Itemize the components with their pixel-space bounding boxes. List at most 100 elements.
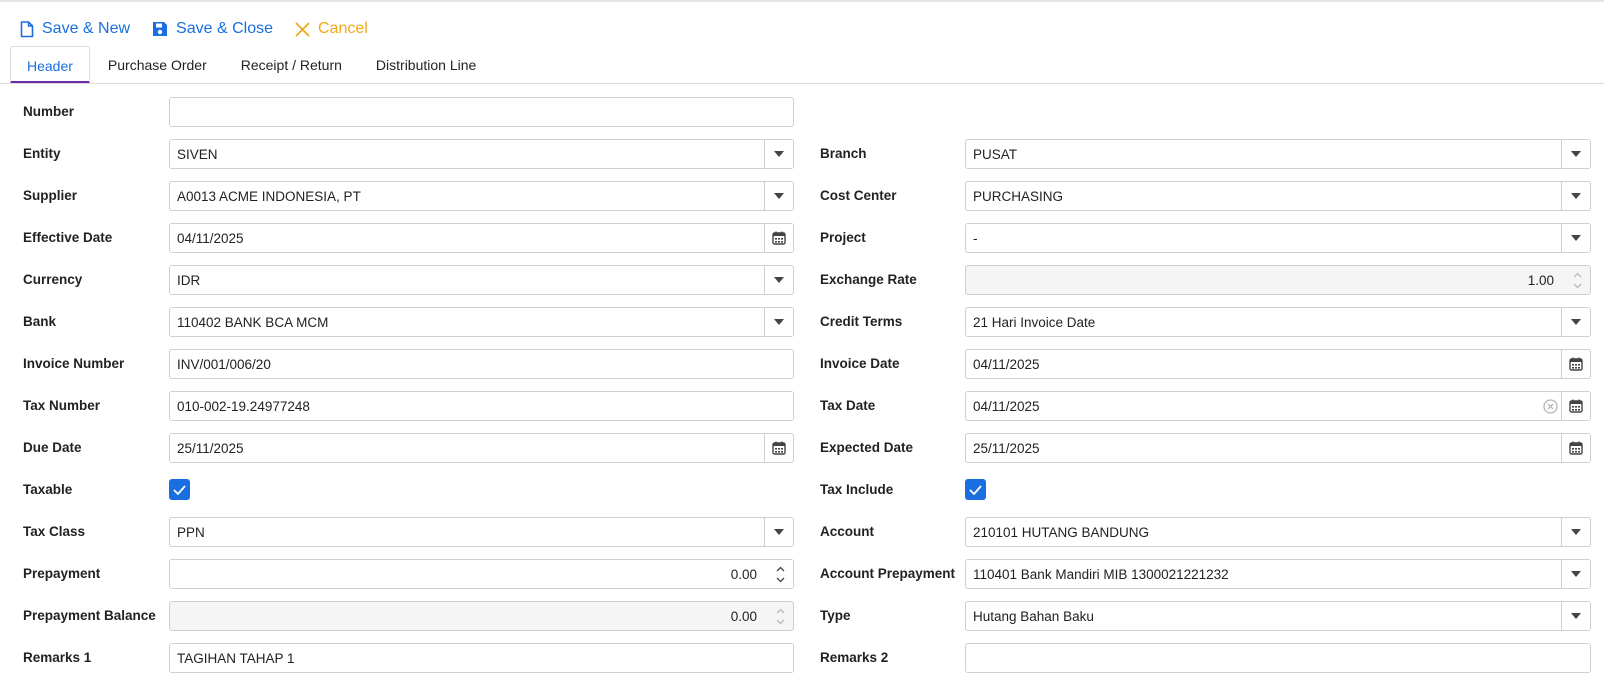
tabs-divider — [0, 83, 1604, 84]
bank-select[interactable]: 110402 BANK BCA MCM — [169, 307, 794, 337]
tax-class-select[interactable]: PPN — [169, 517, 794, 547]
branch-label: Branch — [820, 146, 867, 161]
invoice-number-field[interactable]: INV/001/006/20 — [169, 349, 794, 379]
tax-number-field[interactable]: 010-002-19.24977248 — [169, 391, 794, 421]
tax-number-label: Tax Number — [23, 398, 101, 413]
invoice-date-label: Invoice Date — [820, 356, 900, 371]
tab-purchase-order[interactable]: Purchase Order — [92, 46, 223, 84]
account-prepayment-dropdown-button[interactable] — [1561, 560, 1590, 588]
invoice-date-picker[interactable]: 04/11/2025 — [965, 349, 1591, 379]
remarks1-field[interactable]: TAGIHAN TAHAP 1 — [169, 643, 794, 673]
branch-select[interactable]: PUSAT — [965, 139, 1591, 169]
tax-date-calendar-button[interactable] — [1561, 392, 1590, 420]
bank-dropdown-button[interactable] — [764, 308, 793, 336]
cancel-button[interactable]: Cancel — [295, 20, 368, 38]
account-label: Account — [820, 524, 874, 539]
taxable-checkbox[interactable] — [169, 479, 190, 500]
calendar-icon — [1569, 357, 1583, 371]
account-select[interactable]: 210101 HUTANG BANDUNG — [965, 517, 1591, 547]
exchange-rate-stepper[interactable] — [1564, 266, 1590, 294]
supplier-dropdown-button[interactable] — [764, 182, 793, 210]
tax-date-label: Tax Date — [820, 398, 876, 413]
calendar-icon — [772, 441, 786, 455]
tab-header[interactable]: Header — [10, 46, 90, 84]
tax-date-clear-button[interactable] — [1539, 392, 1561, 420]
branch-dropdown-button[interactable] — [1561, 140, 1590, 168]
due-date-picker[interactable]: 25/11/2025 — [169, 433, 794, 463]
supplier-label: Supplier — [23, 188, 78, 203]
entity-select[interactable]: SIVEN — [169, 139, 794, 169]
remarks2-field[interactable] — [965, 643, 1591, 673]
caret-down-icon — [1571, 151, 1581, 157]
invoice-date-calendar-button[interactable] — [1561, 350, 1590, 378]
tab-distribution-line[interactable]: Distribution Line — [360, 46, 492, 84]
chevron-down-icon — [1573, 283, 1581, 288]
checkmark-icon — [173, 484, 186, 495]
cost-center-select[interactable]: PURCHASING — [965, 181, 1591, 211]
tax-include-checkbox[interactable] — [965, 479, 986, 500]
type-dropdown-button[interactable] — [1561, 602, 1590, 630]
caret-down-icon — [1571, 193, 1581, 199]
calendar-icon — [772, 231, 786, 245]
caret-down-icon — [774, 277, 784, 283]
tab-bar: Header Purchase Order Receipt / Return D… — [10, 46, 494, 84]
caret-down-icon — [774, 319, 784, 325]
entity-dropdown-button[interactable] — [764, 140, 793, 168]
cost-center-dropdown-button[interactable] — [1561, 182, 1590, 210]
credit-terms-label: Credit Terms — [820, 314, 903, 329]
account-dropdown-button[interactable] — [1561, 518, 1590, 546]
due-date-calendar-button[interactable] — [764, 434, 793, 462]
caret-down-icon — [1571, 529, 1581, 535]
project-select[interactable]: - — [965, 223, 1591, 253]
toolbar: Save & New Save & Close Cancel — [20, 17, 390, 41]
chevron-down-icon — [776, 577, 784, 582]
save-new-label: Save & New — [42, 20, 131, 37]
exchange-rate-field[interactable]: 1.00 — [965, 265, 1591, 295]
account-prepayment-label: Account Prepayment — [820, 566, 956, 581]
prepayment-label: Prepayment — [23, 566, 101, 581]
type-select[interactable]: Hutang Bahan Baku — [965, 601, 1591, 631]
account-prepayment-select[interactable]: 110401 Bank Mandiri MIB 1300021221232 — [965, 559, 1591, 589]
clear-circle-icon — [1542, 398, 1558, 414]
tax-class-label: Tax Class — [23, 524, 86, 539]
caret-down-icon — [1571, 613, 1581, 619]
entity-label: Entity — [23, 146, 61, 161]
credit-terms-select[interactable]: 21 Hari Invoice Date — [965, 307, 1591, 337]
due-date-label: Due Date — [23, 440, 82, 455]
prepayment-balance-stepper[interactable] — [767, 602, 793, 630]
remarks2-label: Remarks 2 — [820, 650, 889, 665]
floppy-disk-icon — [153, 22, 168, 36]
type-label: Type — [820, 608, 851, 623]
chevron-down-icon — [776, 619, 784, 624]
currency-select[interactable]: IDR — [169, 265, 794, 295]
invoice-number-label: Invoice Number — [23, 356, 125, 371]
chevron-up-icon — [776, 566, 784, 571]
project-dropdown-button[interactable] — [1561, 224, 1590, 252]
save-new-button[interactable]: Save & New — [20, 20, 130, 38]
close-icon — [295, 22, 310, 36]
caret-down-icon — [1571, 235, 1581, 241]
expected-date-label: Expected Date — [820, 440, 914, 455]
prepayment-field[interactable]: 0.00 — [169, 559, 794, 589]
effective-date-calendar-button[interactable] — [764, 224, 793, 252]
caret-down-icon — [1571, 571, 1581, 577]
save-close-button[interactable]: Save & Close — [152, 20, 273, 38]
number-field[interactable] — [169, 97, 794, 127]
checkmark-icon — [969, 484, 982, 495]
taxable-label: Taxable — [23, 482, 73, 497]
effective-date-picker[interactable]: 04/11/2025 — [169, 223, 794, 253]
supplier-select[interactable]: A0013 ACME INDONESIA, PT — [169, 181, 794, 211]
expected-date-calendar-button[interactable] — [1561, 434, 1590, 462]
expected-date-picker[interactable]: 25/11/2025 — [965, 433, 1591, 463]
tax-class-dropdown-button[interactable] — [764, 518, 793, 546]
tax-date-picker[interactable]: 04/11/2025 — [965, 391, 1591, 421]
prepayment-balance-field[interactable]: 0.00 — [169, 601, 794, 631]
new-document-icon — [20, 20, 34, 37]
caret-down-icon — [774, 529, 784, 535]
calendar-icon — [1569, 441, 1583, 455]
currency-dropdown-button[interactable] — [764, 266, 793, 294]
credit-terms-dropdown-button[interactable] — [1561, 308, 1590, 336]
prepayment-stepper[interactable] — [767, 560, 793, 588]
tab-receipt-return[interactable]: Receipt / Return — [225, 46, 358, 84]
caret-down-icon — [1571, 319, 1581, 325]
